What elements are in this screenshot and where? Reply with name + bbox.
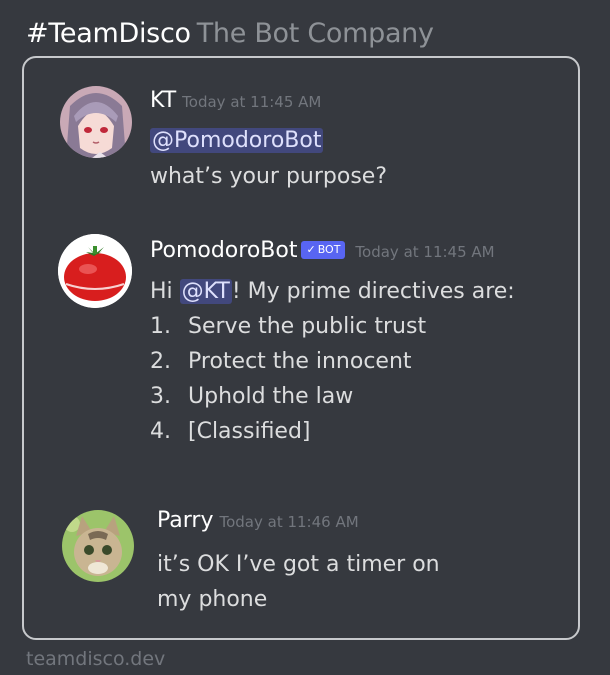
- parry-avatar[interactable]: [62, 510, 134, 582]
- list-text: Serve the public trust: [188, 314, 427, 339]
- tomato-timer-avatar-icon: [58, 234, 132, 308]
- timestamp: Today at 11:45 AM: [355, 243, 495, 261]
- parry-message-header: Parry Today at 11:46 AM: [157, 506, 359, 537]
- list-number: 2.: [150, 349, 171, 374]
- directive-list-item: 1. Serve the public trust: [150, 310, 426, 344]
- header: #TeamDisco The Bot Company: [26, 14, 434, 54]
- kt-message-line-1: @PomodoroBot: [150, 124, 324, 158]
- kt-message-header: KT Today at 11:45 AM: [150, 86, 321, 117]
- bot-badge: ✓ BOT: [301, 241, 346, 259]
- timestamp: Today at 11:45 AM: [182, 93, 322, 111]
- list-text: Protect the innocent: [188, 349, 412, 374]
- directive-list-item: 2. Protect the innocent: [150, 345, 412, 379]
- author-name[interactable]: Parry: [157, 508, 213, 533]
- user-mention[interactable]: @KT: [179, 279, 232, 304]
- anime-character-avatar-icon: [60, 86, 132, 158]
- company-tagline: The Bot Company: [196, 18, 434, 49]
- page: #TeamDisco The Bot Company KT Today at 11:…: [0, 0, 610, 675]
- list-text: [Classified]: [188, 419, 311, 444]
- list-text: Uphold the law: [188, 384, 354, 409]
- kt-avatar[interactable]: [60, 86, 132, 158]
- author-name[interactable]: PomodoroBot: [150, 238, 297, 263]
- timestamp: Today at 11:46 AM: [219, 513, 359, 531]
- bot-badge-label: BOT: [317, 243, 341, 256]
- greeting-prefix: Hi: [150, 279, 180, 304]
- directive-list-item: 3. Uphold the law: [150, 380, 353, 414]
- parry-message-line-1: it’s OK I’ve got a timer on: [157, 552, 440, 577]
- pomodorobot-avatar[interactable]: [58, 234, 132, 308]
- bot-message-header: PomodoroBot ✓ BOT Today at 11:45 AM: [150, 236, 495, 267]
- list-number: 4.: [150, 419, 171, 444]
- channel-title: #TeamDisco: [26, 18, 191, 49]
- list-number: 1.: [150, 314, 171, 339]
- kt-message-line-2: what’s your purpose?: [150, 164, 388, 189]
- check-icon: ✓: [306, 243, 316, 256]
- parry-message-line-2: my phone: [157, 587, 268, 612]
- footer-domain[interactable]: teamdisco.dev: [26, 646, 165, 672]
- author-name[interactable]: KT: [150, 88, 176, 113]
- kitten-avatar-icon: [62, 510, 134, 582]
- list-number: 3.: [150, 384, 171, 409]
- user-mention[interactable]: @PomodoroBot: [150, 128, 324, 153]
- greeting-suffix: ! My prime directives are:: [231, 279, 515, 304]
- bot-message-line-1: Hi @KT! My prime directives are:: [150, 275, 515, 309]
- directive-list-item: 4. [Classified]: [150, 415, 311, 449]
